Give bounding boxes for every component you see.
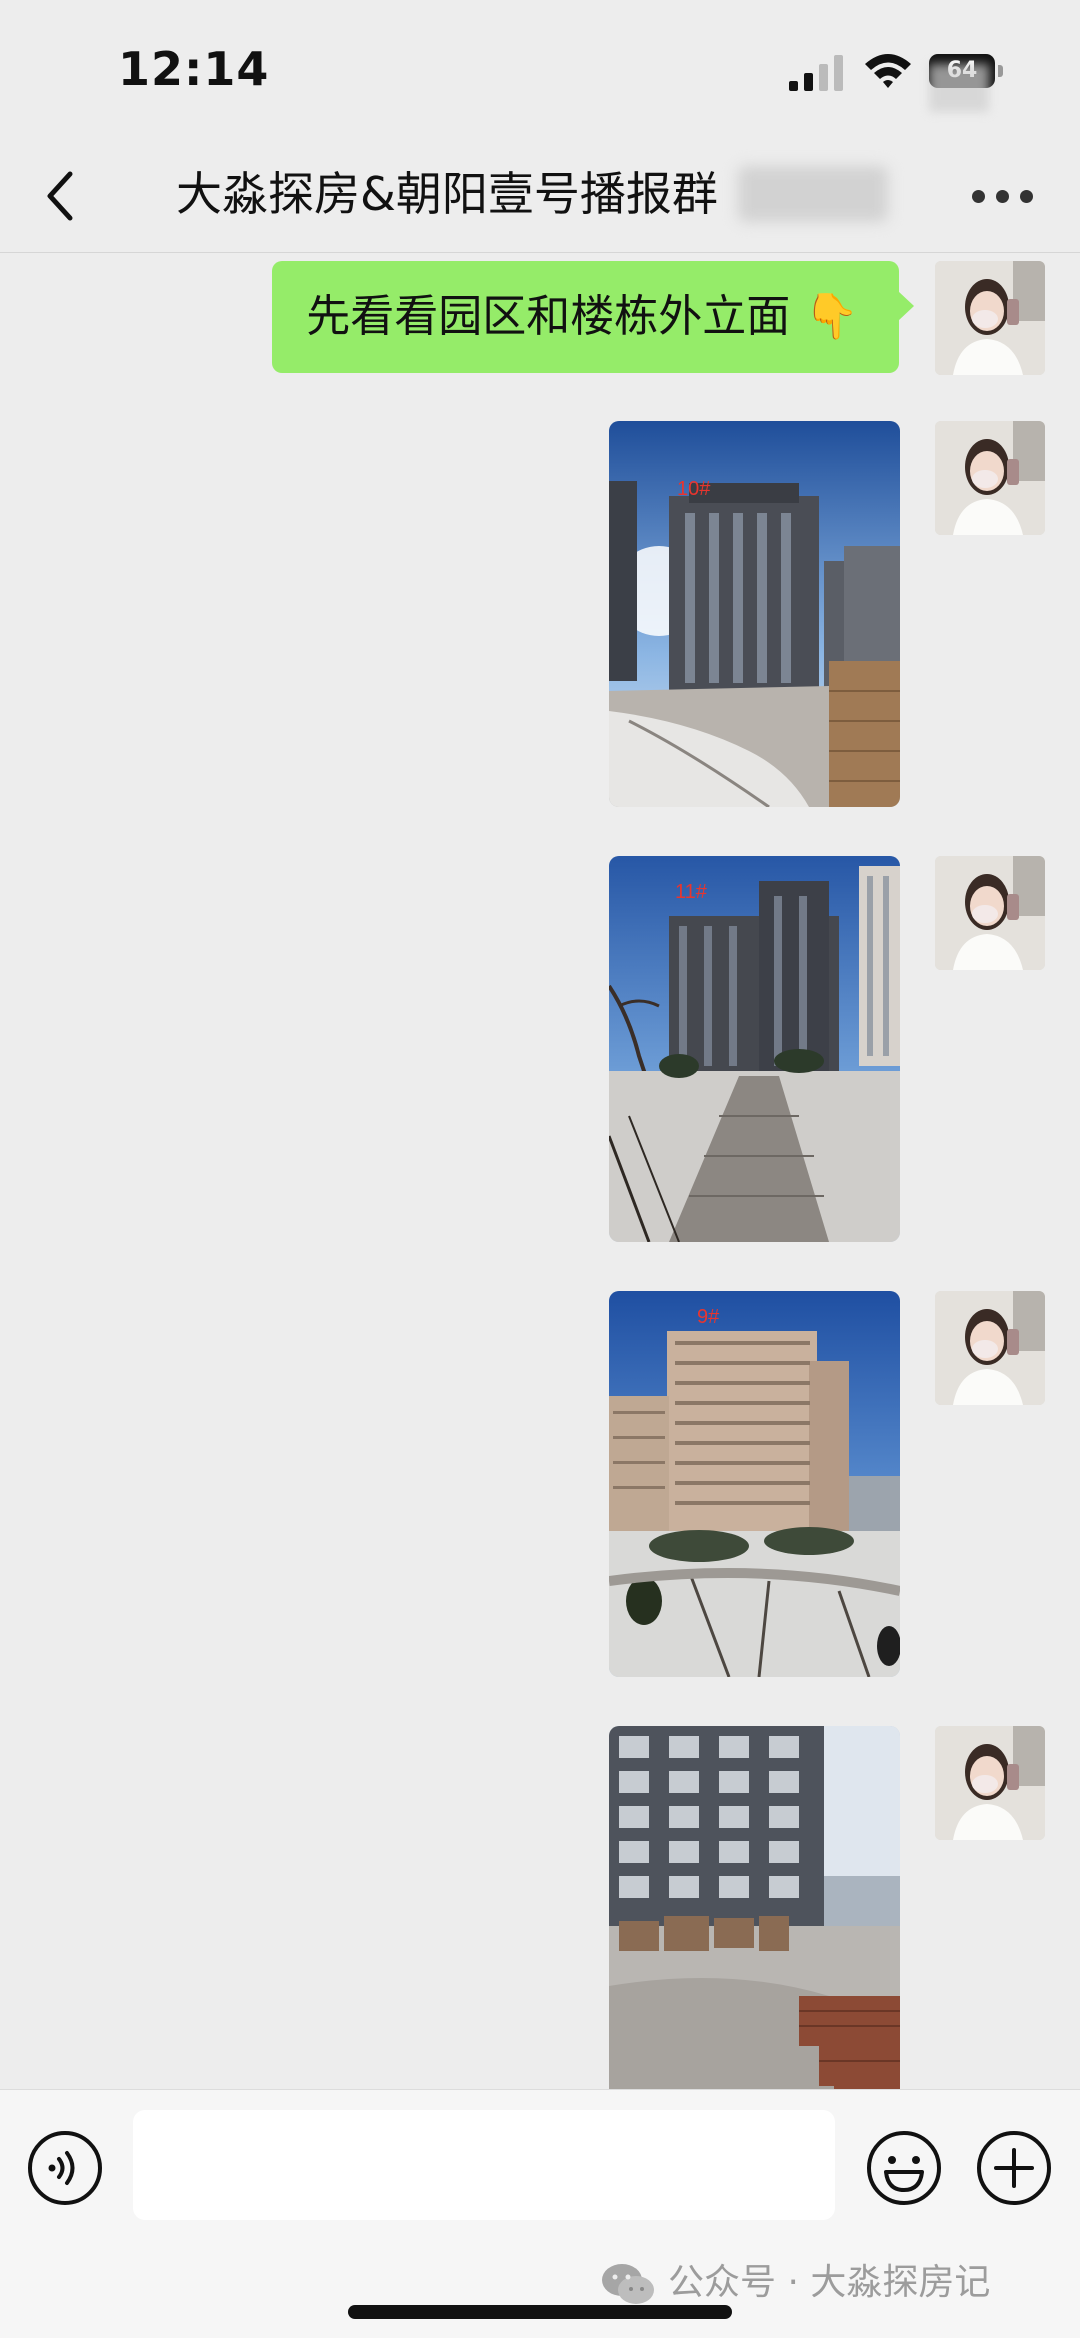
photo-message[interactable] [609, 1726, 900, 2089]
bubble-tail [898, 291, 914, 321]
home-indicator[interactable] [348, 2305, 732, 2319]
message-row: 11# [0, 856, 1080, 1256]
photo-label: 9# [697, 1306, 720, 1328]
avatar[interactable] [935, 856, 1045, 970]
emoji-icon[interactable] [864, 2128, 944, 2208]
input-bar: 公众号 · 大淼探房记 [0, 2089, 1080, 2338]
plus-icon[interactable] [974, 2128, 1054, 2208]
cellular-signal-icon [789, 55, 843, 91]
chat-header: 大淼探房&朝阳壹号播报群 [0, 140, 1080, 253]
blurred-member-count [738, 166, 888, 222]
photo-label: 11# [675, 881, 708, 903]
wifi-icon [865, 54, 911, 88]
message-row: 9# [0, 1291, 1080, 1691]
status-bar: 12:14 64 [0, 0, 1080, 140]
watermark-text: 公众号 · 大淼探房记 [668, 2262, 991, 2303]
message-row [0, 1726, 1080, 2089]
ellipsis-icon[interactable] [972, 186, 1034, 206]
text-message-bubble[interactable]: 先看看园区和楼栋外立面 👇 [272, 261, 899, 373]
photo-message[interactable]: 10# [609, 421, 900, 807]
wechat-icon [602, 2264, 654, 2304]
avatar[interactable] [935, 261, 1045, 375]
avatar[interactable] [935, 1291, 1045, 1405]
message-input[interactable] [133, 2110, 835, 2220]
message-row: 10# [0, 421, 1080, 821]
chat-title: 大淼探房&朝阳壹号播报群 [176, 167, 718, 221]
voice-icon[interactable] [26, 2129, 104, 2207]
status-time: 12:14 [118, 42, 270, 96]
avatar[interactable] [935, 421, 1045, 535]
message-row: 先看看园区和楼栋外立面 👇 [0, 253, 1080, 383]
avatar[interactable] [935, 1726, 1045, 1840]
photo-message[interactable]: 11# [609, 856, 900, 1242]
photo-message[interactable]: 9# [609, 1291, 900, 1677]
chevron-left-icon[interactable] [42, 168, 78, 224]
photo-label: 10# [677, 478, 711, 500]
message-list[interactable]: 先看看园区和楼栋外立面 👇 10# 11# 9# [0, 253, 1080, 2089]
battery-icon: 64 [929, 54, 1005, 112]
